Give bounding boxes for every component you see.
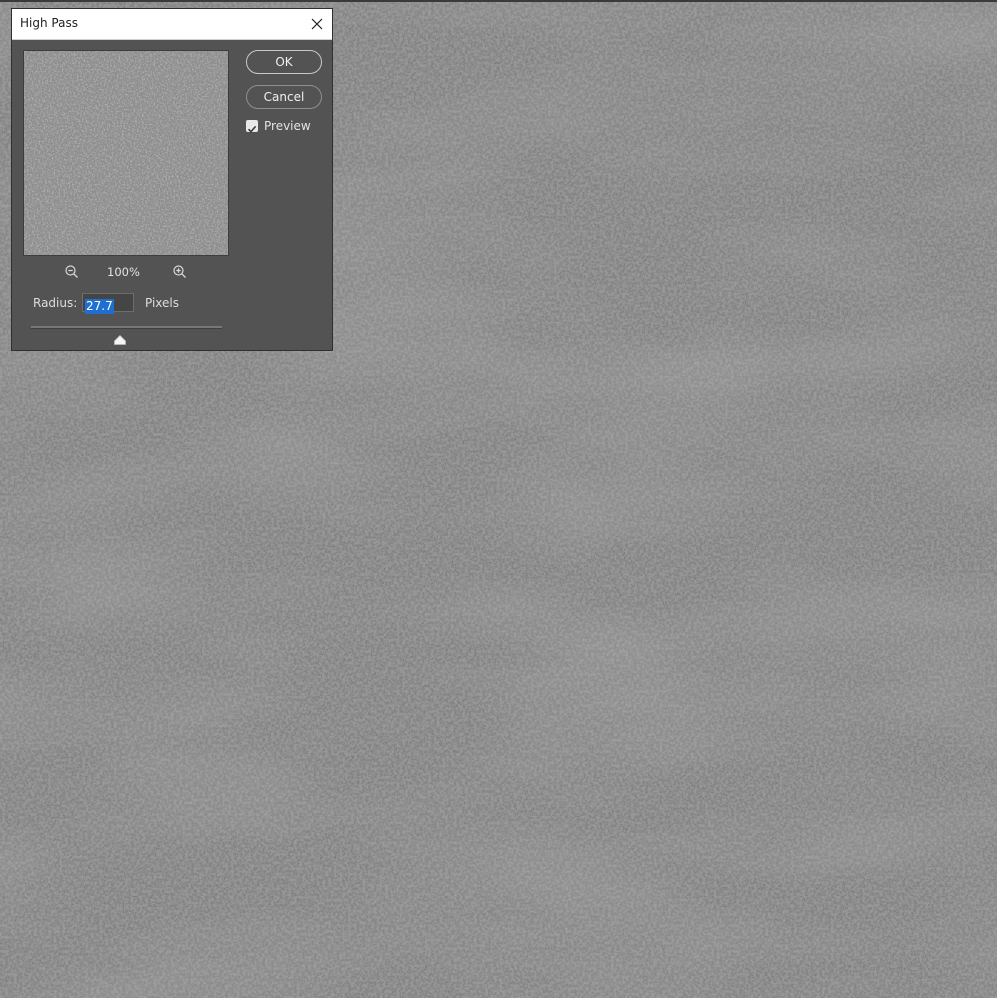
close-button[interactable] bbox=[302, 9, 332, 39]
preview-checkbox[interactable] bbox=[246, 120, 258, 133]
ok-button[interactable]: OK bbox=[246, 50, 322, 74]
dialog-title-bar[interactable]: High Pass bbox=[12, 9, 332, 40]
filter-preview-pane[interactable] bbox=[23, 50, 229, 256]
preview-texture bbox=[24, 51, 228, 255]
zoom-out-icon bbox=[65, 265, 78, 278]
radius-slider-thumb[interactable] bbox=[114, 330, 126, 345]
radius-label: Radius: bbox=[33, 296, 78, 310]
high-pass-dialog: High Pass 100% Radius: 27.7 Pixels OK Ca… bbox=[11, 8, 333, 351]
zoom-level: 100% bbox=[107, 265, 140, 279]
slider-thumb-icon bbox=[114, 334, 126, 345]
radius-slider-track[interactable] bbox=[31, 326, 222, 329]
close-icon bbox=[311, 18, 323, 30]
zoom-in-button[interactable] bbox=[172, 264, 188, 280]
radius-value: 27.7 bbox=[85, 299, 114, 314]
preview-label[interactable]: Preview bbox=[264, 119, 311, 133]
dialog-title: High Pass bbox=[20, 16, 78, 30]
zoom-in-icon bbox=[173, 265, 186, 278]
radius-units-label: Pixels bbox=[145, 296, 180, 310]
zoom-out-button[interactable] bbox=[64, 264, 80, 280]
checkmark-icon bbox=[247, 125, 257, 133]
cancel-button[interactable]: Cancel bbox=[246, 85, 322, 109]
radius-input[interactable]: 27.7 bbox=[82, 293, 134, 314]
